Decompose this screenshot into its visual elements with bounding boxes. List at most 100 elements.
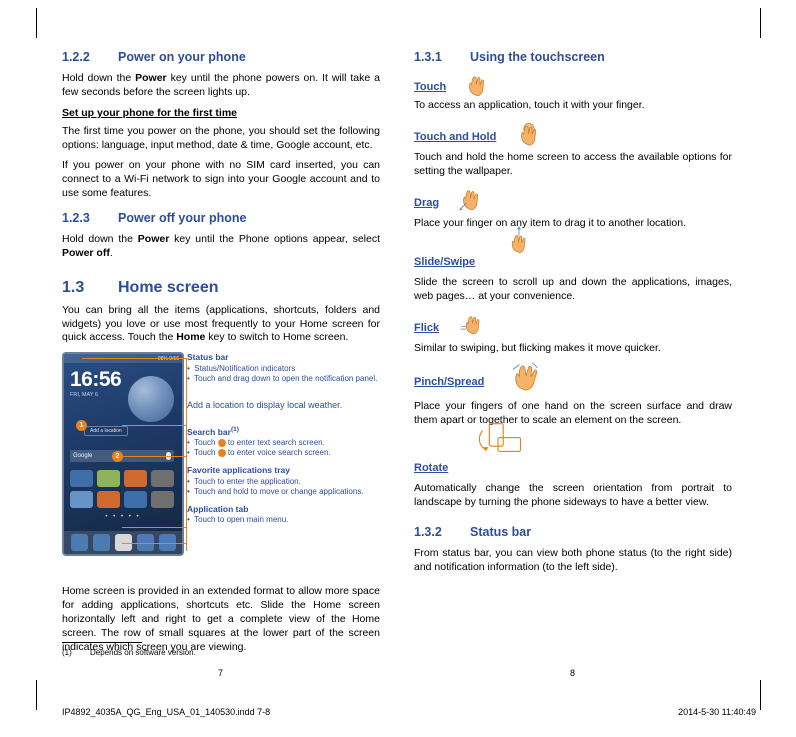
crop-mark-bottom-right	[760, 680, 761, 710]
label-bullet: • Status/Notification indicators	[187, 363, 296, 373]
paragraph-home-extended: Home screen is provided in an extended f…	[62, 585, 380, 653]
label-application-tab: Application tab • Touch to open main men…	[187, 504, 380, 526]
footnote: (1) Depends on software version.	[62, 648, 196, 657]
paragraph-setup-1: The first time you power on the phone, y…	[62, 124, 380, 151]
gesture-touch-header: Touch	[414, 76, 732, 99]
app-icon	[124, 470, 147, 488]
gesture-drag-header: Drag	[414, 190, 732, 217]
label-bullet: • Touch and drag down to open the notifi…	[187, 373, 378, 383]
heading-title: Power off your phone	[118, 211, 247, 226]
gesture-rotate-text: Automatically change the screen orientat…	[414, 481, 732, 508]
heading-title: Status bar	[470, 525, 532, 540]
gesture-name: Slide/Swipe	[414, 256, 476, 269]
crop-mark-top-left	[36, 8, 37, 38]
heading-1-2-2: 1.2.2 Power on your phone	[62, 50, 380, 65]
page-canvas: 1.2.2 Power on your phone Hold down the P…	[0, 0, 796, 737]
label-favorite-tray: Favorite applications tray • Touch to en…	[187, 465, 380, 497]
print-timestamp: 2014-5-30 11:40:49	[678, 707, 756, 717]
label-bullet: • Touch and hold to move or change appli…	[187, 486, 364, 496]
app-icon	[97, 470, 120, 488]
label-bullet: • Touch to open main menu.	[187, 515, 289, 525]
hand-slide-icon	[511, 226, 526, 254]
label-status-bar: Status bar • Status/Notification indicat…	[187, 352, 380, 384]
phone-mockup: 98% 9:56 16:56 FRI, MAY 6 Add a location…	[62, 352, 184, 557]
tray-phone-icon	[70, 534, 88, 552]
label-title: Application tab	[187, 503, 249, 514]
gesture-name: Rotate	[414, 461, 449, 474]
paragraph-setup-2: If you power on your phone with no SIM c…	[62, 159, 380, 200]
app-icon	[70, 470, 93, 488]
hand-flick-icon	[460, 316, 480, 335]
gesture-flick-text: Similar to swiping, but flicking makes i…	[414, 342, 661, 355]
crop-mark-top-right	[760, 8, 761, 38]
gesture-name: Touch	[414, 81, 447, 93]
mock-page-dots: • • • • •	[105, 514, 141, 521]
inline-marker-1: 1	[216, 438, 226, 447]
mock-add-location-chip: Add a location	[84, 426, 128, 437]
gesture-slide-text: Slide the screen to scroll up and down t…	[414, 276, 732, 303]
app-icon	[70, 491, 93, 509]
tray-contacts-icon	[92, 534, 110, 552]
footnote-mark: (1)	[62, 648, 72, 657]
label-bullet: • Touch to enter the application.	[187, 476, 301, 486]
paragraph-home-screen: You can bring all the items (application…	[62, 303, 380, 344]
gesture-name: Drag	[414, 196, 440, 209]
subheading-setup-first-time: Set up your phone for the first time	[62, 106, 238, 119]
leader-application-tab	[122, 543, 186, 545]
heading-1-3-2: 1.3.2 Status bar	[414, 525, 732, 540]
label-title: Status bar	[187, 352, 229, 363]
gesture-pinch-header: Pinch/Spread	[414, 362, 732, 400]
hand-drag-icon	[459, 190, 479, 211]
leader-search-bar	[122, 456, 186, 458]
mock-search-text: Google	[73, 453, 93, 460]
home-screen-illustration: 98% 9:56 16:56 FRI, MAY 6 Add a location…	[62, 352, 380, 567]
heading-number: 1.3.2	[414, 525, 442, 540]
heading-title: Power on your phone	[118, 50, 246, 64]
leader-add-location	[122, 425, 186, 427]
app-icon	[124, 491, 147, 509]
gesture-touch-text: To access an application, touch it with …	[414, 99, 645, 111]
mock-app-grid	[70, 470, 174, 509]
gesture-touch-hold-text: Touch and hold the home screen to access…	[414, 150, 732, 177]
hand-touch-hold-icon	[521, 122, 537, 146]
page-number-left: 7	[218, 668, 224, 678]
gesture-drag-text: Place your finger on any item to drag it…	[414, 216, 686, 229]
heading-number: 1.3	[62, 278, 85, 296]
label-search-bar: Search bar(1) • Touch 1 to enter text se…	[187, 426, 380, 458]
crop-mark-bottom-left	[36, 680, 37, 710]
phone-rotate-icon	[478, 422, 522, 452]
gesture-name: Pinch/Spread	[414, 376, 485, 389]
leader-favorites-tray	[122, 527, 186, 529]
paragraph-power-on: Hold down the Power key until the phone …	[62, 72, 380, 98]
footnote-text: Depends on software version.	[90, 648, 196, 657]
gesture-name: Flick	[414, 322, 440, 335]
app-icon	[151, 491, 174, 509]
label-text: Add a location to display local weather.	[187, 399, 343, 410]
gesture-touch-hold-header: Touch and Hold	[414, 122, 732, 151]
gesture-name: Touch and Hold	[414, 130, 497, 143]
left-page-column: 1.2.2 Power on your phone Hold down the P…	[62, 50, 380, 662]
inline-marker-2: 2	[216, 448, 226, 457]
label-bullet: • Touch 1 to enter text search screen.	[187, 438, 325, 448]
gesture-flick-header: Flick	[414, 316, 732, 342]
heading-title: Using the touchscreen	[470, 50, 605, 64]
heading-number: 1.3.1	[414, 50, 442, 64]
gesture-pinch-text: Place your fingers of one hand on the sc…	[414, 400, 732, 426]
illustration-labels: Status bar • Status/Notification indicat…	[187, 352, 380, 532]
label-title: Favorite applications tray	[187, 465, 290, 476]
label-title: Search bar(1)	[187, 425, 239, 437]
app-icon	[151, 470, 174, 488]
page-number-right: 8	[570, 668, 576, 678]
weather-widget-orb	[128, 376, 174, 423]
hand-pinch-icon	[512, 362, 538, 391]
heading-1-3-1: 1.3.1 Using the touchscreen	[414, 50, 732, 65]
label-add-location: Add a location to display local weather.	[187, 400, 380, 412]
paragraph-status-bar: From status bar, you can view both phone…	[414, 547, 732, 574]
heading-title: Home screen	[118, 278, 219, 296]
footnote-rule	[62, 642, 142, 643]
print-file-line: IP4892_4035A_QG_Eng_USA_01_140530.indd 7…	[62, 707, 271, 717]
gesture-rotate-header: Rotate	[414, 422, 732, 482]
gesture-slide-header: Slide/Swipe	[414, 226, 732, 276]
label-bullet: • Touch 2 to enter voice search screen.	[187, 448, 331, 458]
hand-touch-icon	[469, 76, 485, 97]
